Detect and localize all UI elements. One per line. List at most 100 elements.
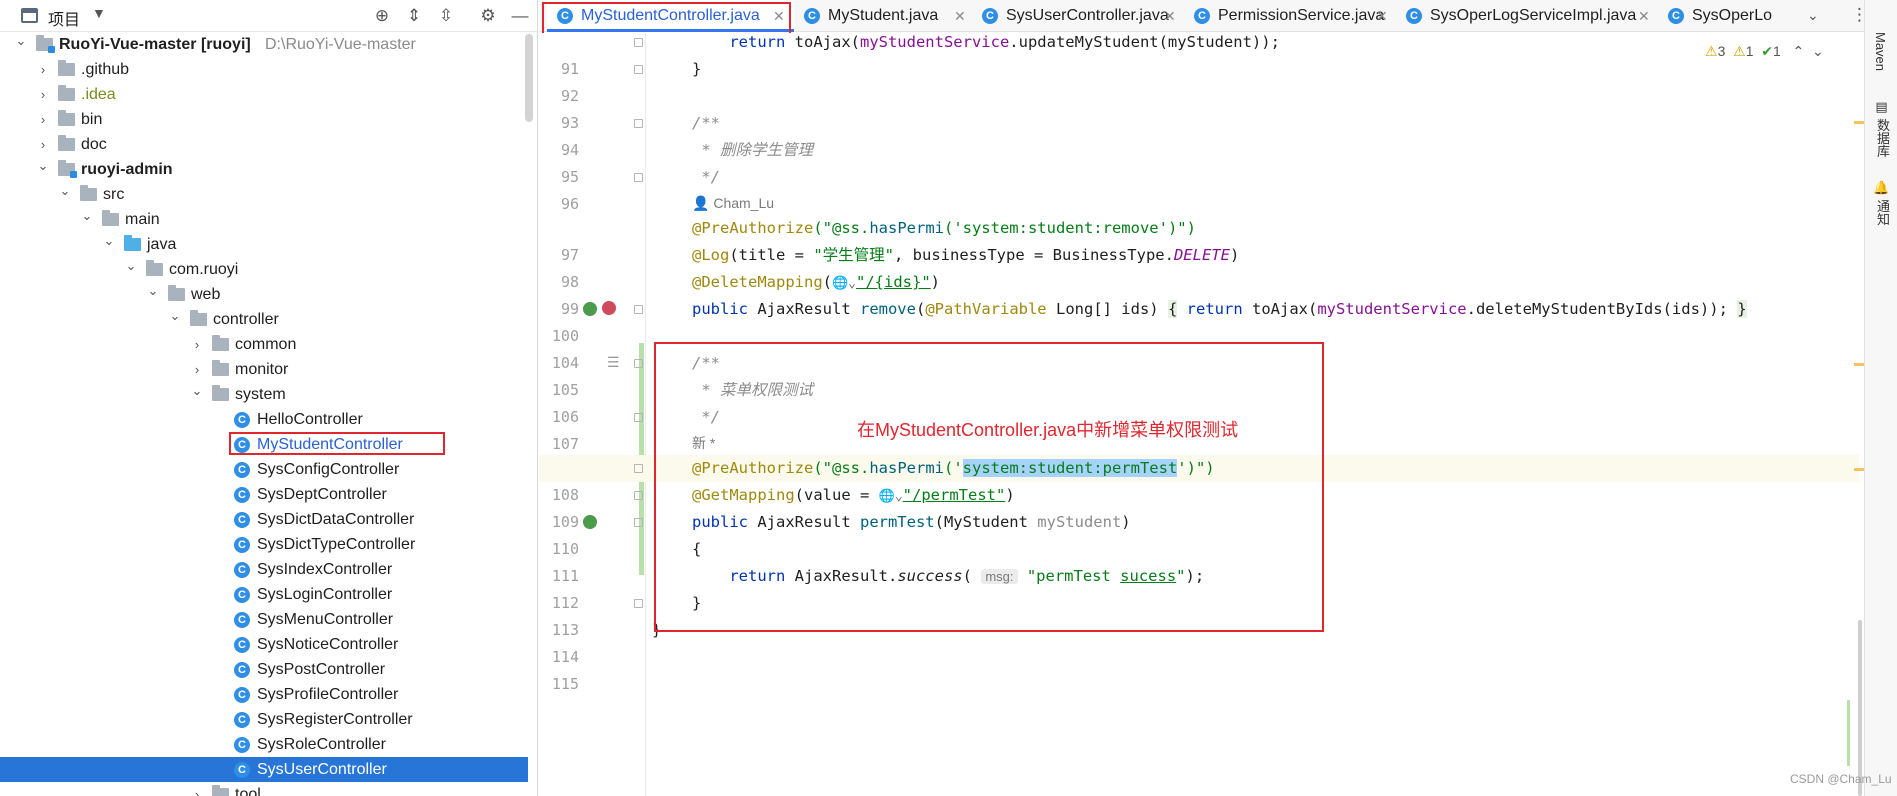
tree-item[interactable]: › .github [0, 57, 528, 82]
minimize-icon[interactable]: — [509, 5, 531, 27]
mapping-icon[interactable] [602, 301, 616, 315]
tree-item[interactable]: › tool [0, 782, 528, 796]
tree-item[interactable]: C SysIndexController [0, 557, 528, 582]
close-icon[interactable]: ✕ [1164, 0, 1176, 32]
chevron-right-icon[interactable]: › [36, 107, 50, 132]
close-icon[interactable]: ✕ [1376, 0, 1388, 32]
code-line[interactable]: 98 @Log(title = "学生管理", businessType = B… [539, 242, 1859, 291]
chevron-right-icon[interactable]: › [190, 782, 204, 796]
tree-item[interactable]: › bin [0, 107, 528, 132]
code-text: * 删除学生管理 [692, 141, 813, 159]
chevron-down-icon[interactable]: ⌄ [14, 28, 28, 53]
toggle-render-icon[interactable]: ☰ [607, 350, 620, 377]
chevron-right-icon[interactable]: › [36, 82, 50, 107]
scroll-thumb[interactable] [1858, 620, 1862, 796]
code-line[interactable]: 92 } [539, 56, 1859, 105]
fold-icon[interactable] [634, 491, 643, 500]
code-line[interactable]: 97 @PreAuthorize("@ss.hasPermi('system:s… [539, 215, 1859, 264]
warning-marker[interactable] [1854, 121, 1864, 124]
tree-highlight-box [229, 432, 445, 455]
fold-icon[interactable] [634, 359, 643, 368]
fold-icon[interactable] [634, 173, 643, 182]
database-tool-button[interactable]: ▤ 数据库 [1873, 100, 1892, 158]
tree-item[interactable]: C SysDeptController [0, 482, 528, 507]
tree-item[interactable]: › doc [0, 132, 528, 157]
gear-icon[interactable]: ⚙ [477, 5, 499, 27]
tree-item[interactable]: C SysProfileController [0, 682, 528, 707]
inspection-widget[interactable]: ⚠3 ⚠1 ✔1 ⌃ ⌄ [1705, 40, 1824, 62]
locate-icon[interactable]: ⊕ [371, 5, 393, 27]
tree-item[interactable]: C SysConfigController [0, 457, 528, 482]
tree-item[interactable]: C SysRegisterController [0, 707, 528, 732]
tree-item[interactable]: C SysDictDataController [0, 507, 528, 532]
fold-icon[interactable] [634, 119, 643, 128]
tree-item[interactable]: ⌄ com.ruoyi [0, 257, 528, 282]
code-line[interactable]: 95 * 删除学生管理 [539, 137, 1859, 186]
code-line[interactable]: 94 /** [539, 110, 1859, 159]
chevron-down-icon[interactable]: ⌄ [168, 303, 182, 328]
close-icon[interactable]: ✕ [1638, 0, 1650, 32]
tree-item[interactable]: › common [0, 332, 528, 357]
tree-item[interactable]: C SysMenuController [0, 607, 528, 632]
endpoint-icon[interactable] [583, 302, 597, 316]
code-line[interactable]: 93 [539, 83, 1859, 132]
project-panel-title[interactable]: 项目 [48, 6, 80, 30]
tab-sysusercontroller[interactable]: C SysUserController.java ✕ [972, 0, 1184, 32]
chevron-down-icon[interactable]: ▼ [92, 5, 106, 21]
tree-item[interactable]: C SysDictTypeController [0, 532, 528, 557]
chevron-down-icon[interactable]: ⌄ [36, 153, 50, 178]
fold-icon[interactable] [634, 518, 643, 527]
chevron-down-icon[interactable]: ⌄ [146, 278, 160, 303]
maven-tool-button[interactable]: Maven [1873, 32, 1888, 71]
chevron-down-icon[interactable]: ⌄ [124, 253, 138, 278]
tree-item[interactable]: C HelloController [0, 407, 528, 432]
project-scrollbar[interactable] [525, 34, 533, 122]
tab-mystudent[interactable]: C MyStudent.java ✕ [794, 0, 972, 32]
endpoint-icon[interactable] [583, 515, 597, 529]
tree-item[interactable]: ⌄ web [0, 282, 528, 307]
notifications-tool-button[interactable]: 🔔 通知 [1873, 180, 1892, 226]
tree-item[interactable]: ⌄ java [0, 232, 528, 257]
tree-item[interactable]: ⌄ system [0, 382, 528, 407]
code-line[interactable]: 91 return toAjax(myStudentService.update… [539, 33, 1859, 78]
tree-item[interactable]: › monitor [0, 357, 528, 382]
code-line[interactable]: 100 public AjaxResult remove(@PathVariab… [539, 296, 1859, 345]
tree-item[interactable]: ⌄ controller [0, 307, 528, 332]
chevron-right-icon[interactable]: › [36, 57, 50, 82]
line-number: 115 [551, 675, 579, 693]
tree-item[interactable]: ⌄ RuoYi-Vue-master [ruoyi] D:\RuoYi-Vue-ma… [0, 32, 528, 57]
tree-item[interactable]: C SysUserController [0, 757, 528, 782]
tab-sysoperlo[interactable]: C SysOperLo [1658, 0, 1788, 32]
code-line[interactable]: 96 */ [539, 164, 1859, 213]
tree-item[interactable]: C SysLoginController [0, 582, 528, 607]
fold-icon[interactable] [634, 65, 643, 74]
tree-item[interactable]: C SysNoticeController [0, 632, 528, 657]
chevron-down-icon[interactable]: ⌄ [102, 228, 116, 253]
chevron-down-icon[interactable]: ⌄ [58, 178, 72, 203]
fold-icon[interactable] [634, 413, 643, 422]
code-line[interactable]: 115 [539, 644, 1859, 693]
expand-all-icon[interactable]: ⇕ [403, 5, 425, 27]
fold-icon[interactable] [634, 38, 643, 47]
tree-item[interactable]: › .idea [0, 82, 528, 107]
tab-sysoperlogserviceimpl[interactable]: C SysOperLogServiceImpl.java ✕ [1396, 0, 1658, 32]
tree-item[interactable]: ⌄ ruoyi-admin [0, 157, 528, 182]
tree-item[interactable]: ⌄ main [0, 207, 528, 232]
tree-item[interactable]: C SysRoleController [0, 732, 528, 757]
fold-icon[interactable] [634, 464, 643, 473]
chevron-down-icon[interactable]: ⌄ [80, 203, 94, 228]
tree-item[interactable]: C SysPostController [0, 657, 528, 682]
close-icon[interactable]: ✕ [954, 0, 966, 32]
collapse-all-icon[interactable]: ⇳ [435, 5, 457, 27]
fold-icon[interactable] [634, 599, 643, 608]
tab-list-chevron-icon[interactable]: ⌄ [1807, 7, 1819, 24]
chevron-right-icon[interactable]: › [190, 332, 204, 357]
chevron-down-icon[interactable]: ⌄ [190, 378, 204, 403]
change-marker[interactable] [1847, 700, 1850, 766]
tab-permissionservice[interactable]: C PermissionService.java ✕ [1184, 0, 1396, 32]
warning-marker[interactable] [1854, 468, 1864, 471]
warning-marker[interactable] [1854, 363, 1864, 366]
code-line[interactable]: 99 @DeleteMapping(🌐⌄"/{ids}") [539, 269, 1859, 318]
author-hint[interactable]: 👤 Cham_Lu [539, 192, 1859, 214]
fold-icon[interactable] [634, 305, 643, 314]
